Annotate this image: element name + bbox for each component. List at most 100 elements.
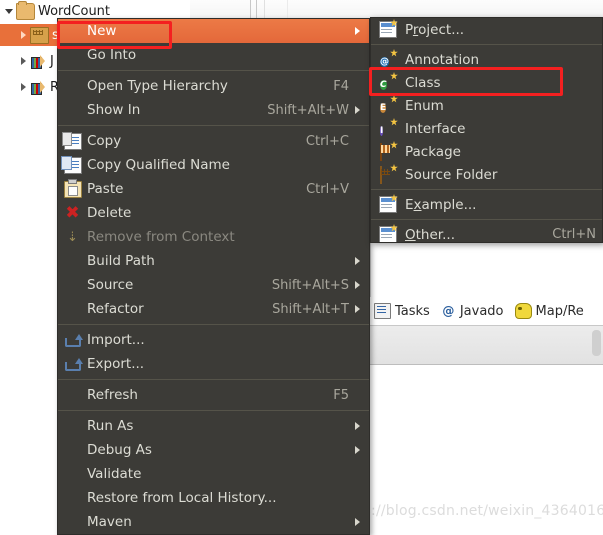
tab-tasks[interactable]: Tasks: [374, 303, 430, 319]
menu-item-refresh[interactable]: Refresh F5: [58, 383, 369, 407]
menu-item-accelerator: Shift+Alt+W: [267, 102, 349, 118]
new-menu-highlight-box: [57, 21, 172, 49]
menu-item-label: Remove from Context: [87, 229, 235, 245]
menu-item-source[interactable]: Source Shift+Alt+S: [58, 273, 369, 297]
remove-from-context-icon: ⇣: [67, 229, 78, 245]
paste-icon: [63, 178, 82, 198]
new-other-icon: [379, 224, 398, 242]
submenu-item-other[interactable]: Other... Ctrl+N: [371, 223, 602, 242]
menu-item-show-in[interactable]: Show In Shift+Alt+W: [58, 98, 369, 122]
menu-item-icon-slot: [371, 224, 405, 242]
menu-item-accelerator: F5: [333, 387, 349, 403]
menu-item-label: Debug As: [87, 442, 152, 458]
menu-item-accelerator: Shift+Alt+S: [271, 277, 349, 293]
copy-qualified-name-icon: [60, 155, 82, 174]
menu-item-run-as[interactable]: Run As: [58, 414, 369, 438]
menu-item-accelerator: F4: [333, 78, 349, 94]
menu-item-label: Refactor: [87, 301, 144, 317]
menu-item-label: Restore from Local History...: [87, 490, 277, 506]
menu-item-open-type-hierarchy[interactable]: Open Type Hierarchy F4: [58, 74, 369, 98]
menu-separator: [371, 189, 602, 190]
submenu-arrow-icon: [355, 106, 369, 114]
submenu-item-example[interactable]: Example...: [371, 193, 602, 216]
expand-arrow-icon[interactable]: [2, 8, 16, 14]
menu-item-icon-slot: [58, 131, 87, 150]
menu-item-label: Show In: [87, 102, 141, 118]
menu-item-import[interactable]: Import...: [58, 328, 369, 352]
submenu-arrow-icon: [355, 305, 369, 313]
menu-item-delete[interactable]: ✖ Delete: [58, 201, 369, 225]
menu-separator: [58, 70, 369, 71]
menu-item-label: Go Into: [87, 47, 137, 63]
menu-item-label: Annotation: [405, 51, 480, 68]
menu-item-remove-from-context: ⇣ Remove from Context: [58, 225, 369, 249]
import-icon: [64, 334, 83, 347]
menu-item-debug-as[interactable]: Debug As: [58, 438, 369, 462]
menu-item-icon-slot: E: [371, 95, 405, 113]
menu-separator: [58, 125, 369, 126]
menu-item-icon-slot: [58, 178, 87, 198]
tab-map-reduce[interactable]: Map/Re: [514, 303, 584, 319]
menu-item-label: Delete: [87, 205, 132, 221]
menu-item-icon-slot: ✖: [58, 204, 87, 221]
menu-item-accelerator: Ctrl+C: [305, 133, 349, 149]
new-package-icon: [380, 141, 398, 161]
new-source-folder-icon: [380, 164, 398, 184]
menu-item-label: Open Type Hierarchy: [87, 78, 228, 94]
copy-icon: [61, 131, 82, 150]
library-icon: [30, 54, 47, 69]
menu-item-label: Example...: [405, 196, 477, 213]
menu-separator: [58, 324, 369, 325]
menu-item-refactor[interactable]: Refactor Shift+Alt+T: [58, 297, 369, 321]
menu-item-label: Copy Qualified Name: [87, 157, 230, 173]
menu-item-label: Export...: [87, 356, 145, 372]
menu-item-accelerator: Ctrl+V: [306, 181, 349, 197]
menu-item-label: Run As: [87, 418, 134, 434]
new-enum-icon: E: [380, 95, 398, 113]
tree-item-referenced-libraries[interactable]: R: [0, 76, 59, 98]
menu-item-label: Enum: [405, 97, 444, 114]
menu-item-export[interactable]: Export...: [58, 352, 369, 376]
mapreduce-elephant-icon: [514, 303, 532, 319]
menu-item-label: Source Folder: [405, 166, 498, 183]
expand-arrow-icon[interactable]: [16, 57, 30, 65]
menu-item-copy-qualified-name[interactable]: Copy Qualified Name: [58, 153, 369, 177]
export-icon: [64, 358, 83, 371]
tasks-icon: [374, 303, 391, 319]
menu-item-accelerator: Shift+Alt+T: [272, 301, 349, 317]
tab-javadoc[interactable]: @ Javado: [441, 304, 503, 319]
menu-item-label: Project...: [405, 21, 465, 38]
tree-item-jre-library[interactable]: J: [0, 50, 54, 72]
vertical-scrollbar[interactable]: [592, 330, 601, 356]
submenu-item-enum[interactable]: E Enum: [371, 94, 602, 117]
source-folder-icon: [30, 26, 49, 44]
menu-item-paste[interactable]: Paste Ctrl+V: [58, 177, 369, 201]
submenu-item-package[interactable]: Package: [371, 140, 602, 163]
tree-item-label: J: [50, 53, 54, 69]
expand-arrow-icon[interactable]: [16, 83, 30, 91]
menu-item-icon-slot: [371, 194, 405, 213]
submenu-item-interface[interactable]: I Interface: [371, 117, 602, 140]
menu-item-copy[interactable]: Copy Ctrl+C: [58, 129, 369, 153]
menu-item-build-path[interactable]: Build Path: [58, 249, 369, 273]
menu-item-restore-from-local-history[interactable]: Restore from Local History...: [58, 486, 369, 510]
view-toolbar-band: [370, 326, 603, 365]
new-example-icon: [379, 194, 398, 213]
submenu-item-project[interactable]: Project...: [371, 18, 602, 41]
submenu-arrow-icon: [355, 281, 369, 289]
javadoc-at-icon: @: [442, 304, 455, 318]
menu-item-icon-slot: [58, 357, 87, 371]
menu-separator: [371, 44, 602, 45]
menu-separator: [58, 410, 369, 411]
menu-item-validate[interactable]: Validate: [58, 462, 369, 486]
view-tab-bar[interactable]: Tasks @ Javado Map/Re: [370, 297, 603, 326]
new-submenu[interactable]: Project... @ Annotation C Class E Enum I…: [370, 17, 603, 243]
context-menu[interactable]: New Go Into Open Type Hierarchy F4 Show …: [57, 18, 370, 535]
new-interface-icon: I: [380, 118, 398, 136]
expand-arrow-icon[interactable]: [16, 31, 30, 39]
menu-item-maven[interactable]: Maven: [58, 510, 369, 534]
library-icon: [30, 80, 47, 95]
submenu-item-source-folder[interactable]: Source Folder: [371, 163, 602, 186]
menu-item-label: Validate: [87, 466, 142, 482]
menu-separator: [371, 219, 602, 220]
